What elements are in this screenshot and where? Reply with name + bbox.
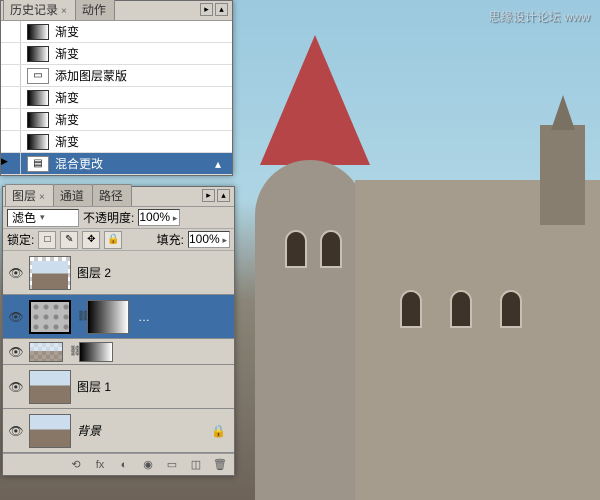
delete-layer-button[interactable]: 🗑 <box>212 458 228 472</box>
castle-window <box>400 290 422 328</box>
more-icon[interactable]: … <box>135 310 153 324</box>
history-list: 渐变 渐变 ▭ 添加图层蒙版 渐变 渐变 渐变 ▶ ▤ 混合更改▴ <box>1 21 232 175</box>
visibility-toggle[interactable] <box>7 422 25 440</box>
tab-history[interactable]: 历史记录× <box>3 0 76 20</box>
close-icon[interactable]: × <box>61 6 67 17</box>
lock-pixels-button[interactable]: ✎ <box>60 231 78 249</box>
tab-layers[interactable]: 图层× <box>5 184 54 206</box>
history-row[interactable]: 渐变 <box>1 131 232 153</box>
castle-main <box>355 180 600 500</box>
mask-link-icon[interactable]: ⛓ <box>69 346 79 357</box>
group-button[interactable]: ▭ <box>164 458 180 472</box>
layer-row-selected[interactable]: ⛓ … <box>3 295 234 339</box>
tab-paths[interactable]: 路径 <box>92 184 132 206</box>
blend-mode-value: 滤色 <box>12 209 36 226</box>
history-label: 混合更改 <box>55 155 232 172</box>
history-label: 渐变 <box>55 111 232 128</box>
history-tabbar: 历史记录× 动作 ▸ ▴ <box>1 1 232 21</box>
history-row[interactable]: 渐变 <box>1 43 232 65</box>
layer-row[interactable]: 图层 1 <box>3 365 234 409</box>
scroll-arrow-icon[interactable]: ▴ <box>215 157 226 171</box>
lock-transparency-button[interactable]: □ <box>38 231 56 249</box>
blend-icon: ▤ <box>27 156 49 172</box>
history-row-selected[interactable]: ▶ ▤ 混合更改▴ <box>1 153 232 175</box>
layer-name[interactable]: 背景 <box>77 422 211 439</box>
lock-icon: 🔒 <box>211 424 226 438</box>
tab-actions[interactable]: 动作 <box>75 0 115 20</box>
layer-name[interactable]: 图层 2 <box>77 264 230 281</box>
layers-tabbar: 图层× 通道 路径 ▸ ▴ <box>3 187 234 207</box>
lock-label: 锁定: <box>7 231 34 248</box>
history-label: 渐变 <box>55 23 232 40</box>
mask-icon: ▭ <box>27 68 49 84</box>
add-mask-button[interactable]: ◐ <box>116 458 132 472</box>
history-label: 渐变 <box>55 89 232 106</box>
castle-tower-right <box>540 125 585 225</box>
lock-fill-row: 锁定: □ ✎ ✥ 🔒 填充: 100% <box>3 229 234 251</box>
layer-thumbnail[interactable] <box>29 256 71 290</box>
mask-link-icon[interactable]: ⛓ <box>77 311 87 322</box>
history-label: 渐变 <box>55 133 232 150</box>
castle-spire <box>551 95 575 130</box>
opacity-label: 不透明度: <box>83 209 134 226</box>
layer-row[interactable]: ⛓ <box>3 339 234 365</box>
history-row[interactable]: ▭ 添加图层蒙版 <box>1 65 232 87</box>
fill-input[interactable]: 100% <box>188 231 230 248</box>
layers-list: 图层 2 ⛓ … ⛓ 图层 1 背景 🔒 <box>3 251 234 453</box>
layer-name[interactable]: 图层 1 <box>77 378 230 395</box>
tab-channels[interactable]: 通道 <box>53 184 93 206</box>
history-row[interactable]: 渐变 <box>1 87 232 109</box>
layers-footer: ⟲ fx ◐ ◉ ▭ ◫ 🗑 <box>3 453 234 475</box>
layer-thumbnail[interactable] <box>29 300 71 334</box>
history-label: 添加图层蒙版 <box>55 67 232 84</box>
castle-window <box>450 290 472 328</box>
new-layer-button[interactable]: ◫ <box>188 458 204 472</box>
history-row[interactable]: 渐变 <box>1 21 232 43</box>
castle-window <box>320 230 342 268</box>
visibility-toggle[interactable] <box>7 343 25 361</box>
adjustment-layer-button[interactable]: ◉ <box>140 458 156 472</box>
panel-collapse-icon[interactable]: ▴ <box>217 189 230 202</box>
visibility-toggle[interactable] <box>7 308 25 326</box>
mask-thumbnail[interactable] <box>87 300 129 334</box>
panel-menu-icon[interactable]: ▸ <box>202 189 215 202</box>
history-label: 渐变 <box>55 45 232 62</box>
history-row[interactable]: 渐变 <box>1 109 232 131</box>
fx-button[interactable]: fx <box>92 458 108 472</box>
visibility-toggle[interactable] <box>7 378 25 396</box>
mask-thumbnail[interactable] <box>79 342 113 362</box>
layer-thumbnail[interactable] <box>29 414 71 448</box>
close-icon[interactable]: × <box>39 192 45 203</box>
blend-mode-select[interactable]: 滤色 ▾ <box>7 209 79 227</box>
layer-thumbnail[interactable] <box>29 342 63 362</box>
panel-menu-icon[interactable]: ▸ <box>200 3 213 16</box>
castle-tower <box>255 160 365 500</box>
fill-label: 填充: <box>157 231 184 248</box>
current-marker-icon: ▶ <box>1 156 8 166</box>
link-layers-button[interactable]: ⟲ <box>68 458 84 472</box>
opacity-input[interactable]: 100% <box>138 209 180 226</box>
castle-window <box>285 230 307 268</box>
watermark-line: 思缘设计论坛 www <box>489 8 590 25</box>
lock-all-button[interactable]: 🔒 <box>104 231 122 249</box>
dropdown-icon: ▾ <box>40 212 45 223</box>
history-panel: 历史记录× 动作 ▸ ▴ 渐变 渐变 ▭ 添加图层蒙版 渐变 渐变 渐变 ▶ ▤ 混合… <box>0 0 233 176</box>
blend-opacity-row: 滤色 ▾ 不透明度: 100% <box>3 207 234 229</box>
castle-window <box>500 290 522 328</box>
panel-collapse-icon[interactable]: ▴ <box>215 3 228 16</box>
layers-panel: 图层× 通道 路径 ▸ ▴ 滤色 ▾ 不透明度: 100% 锁定: □ ✎ ✥ 🔒… <box>2 186 235 476</box>
lock-position-button[interactable]: ✥ <box>82 231 100 249</box>
layer-row[interactable]: 图层 2 <box>3 251 234 295</box>
tab-history-label: 历史记录 <box>10 3 58 17</box>
visibility-toggle[interactable] <box>7 264 25 282</box>
tab-layers-label: 图层 <box>12 189 36 203</box>
castle-roof <box>260 35 370 165</box>
watermark: 思缘设计论坛 www <box>489 8 590 25</box>
layer-thumbnail[interactable] <box>29 370 71 404</box>
layer-row-background[interactable]: 背景 🔒 <box>3 409 234 453</box>
